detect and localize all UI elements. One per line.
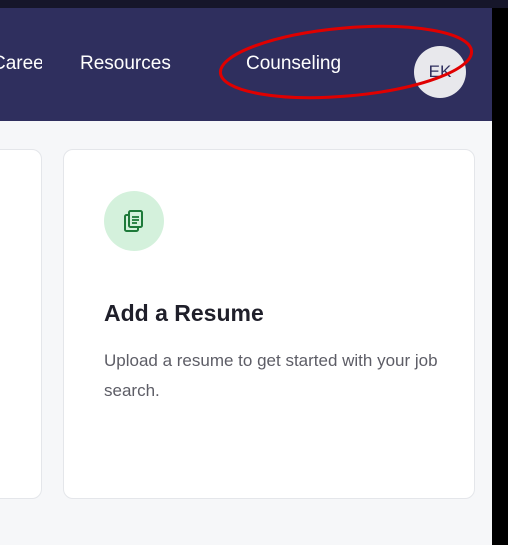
card-title: Add a Resume — [104, 300, 264, 326]
add-resume-card[interactable]: Add a Resume Upload a resume to get star… — [63, 149, 475, 499]
nav-item-careers[interactable]: Careers — [0, 52, 42, 76]
nav-item-resources[interactable]: Resources — [80, 52, 171, 76]
top-navbar: Careers Resources Counseling EK — [0, 8, 492, 121]
nav-item-careers-label: Careers — [0, 53, 42, 74]
user-avatar[interactable]: EK — [414, 46, 466, 98]
main-content: Add a Resume Upload a resume to get star… — [0, 121, 492, 545]
card-partial[interactable] — [0, 149, 42, 499]
nav-item-counseling[interactable]: Counseling — [246, 52, 341, 76]
document-icon — [104, 191, 164, 251]
card-description: Upload a resume to get started with your… — [104, 351, 438, 400]
window-top-strip — [0, 0, 508, 8]
